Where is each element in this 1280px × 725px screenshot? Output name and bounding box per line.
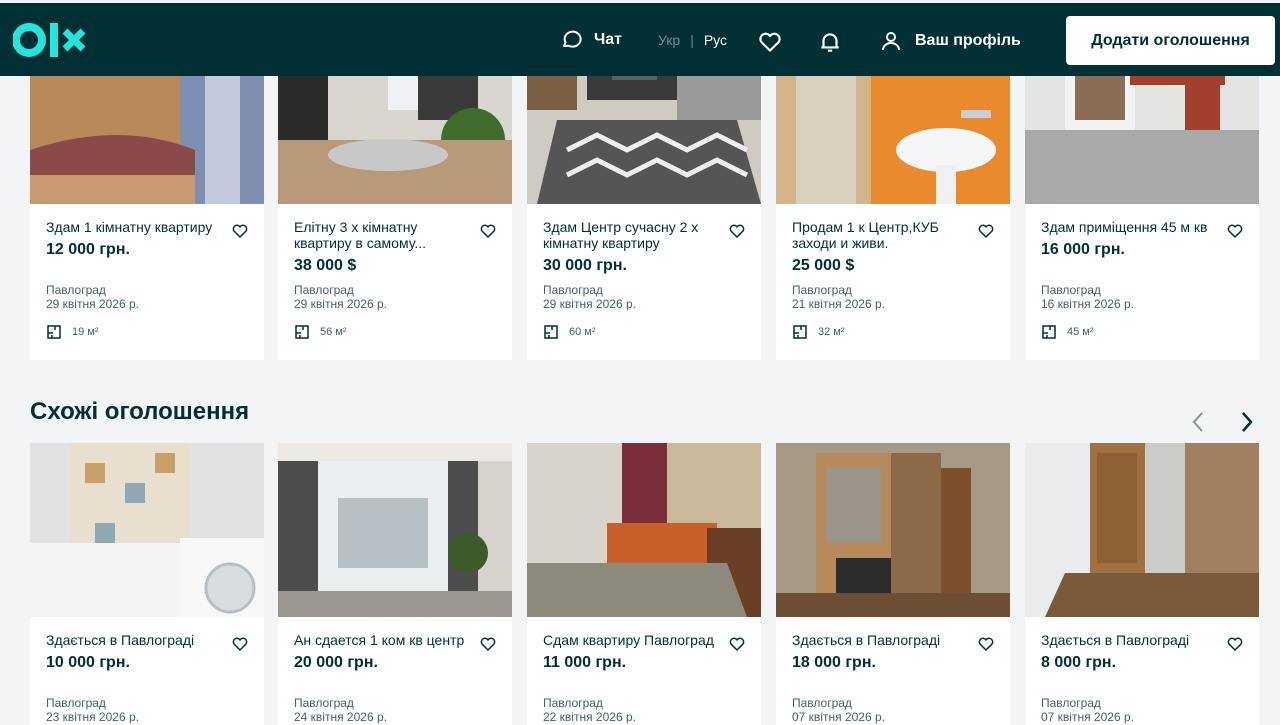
listing-city: Павлоград xyxy=(792,696,852,710)
listing-city: Павлоград xyxy=(46,696,106,710)
listing-card[interactable]: Здається в Павлограді 8 000 грн. Павлогр… xyxy=(1025,443,1259,725)
listing-photo[interactable] xyxy=(30,443,264,617)
favorite-heart-icon[interactable] xyxy=(977,635,995,653)
listing-price: 12 000 грн. xyxy=(46,241,130,258)
profile-link[interactable]: Ваш профіль xyxy=(879,29,1021,53)
floor-plan-icon xyxy=(47,325,61,339)
floor-plan-icon xyxy=(544,325,558,339)
listing-title[interactable]: Здам 1 кімнатну квартиру xyxy=(46,219,220,235)
favorite-heart-icon[interactable] xyxy=(728,635,746,653)
listing-date: 07 квітня 2026 р. xyxy=(1041,710,1134,724)
listing-date: 22 квітня 2026 р. xyxy=(543,710,636,724)
listing-card[interactable]: Сдам квартиру Павлоград 11 000 грн. Павл… xyxy=(527,443,761,725)
listing-area: 32 м² xyxy=(792,324,845,340)
listing-date: 21 квітня 2026 р. xyxy=(792,297,885,311)
listing-city: Павлоград xyxy=(543,696,603,710)
listing-price: 20 000 грн. xyxy=(294,654,378,671)
favorite-heart-icon[interactable] xyxy=(231,635,249,653)
area-value: 32 м² xyxy=(818,326,845,338)
listing-area: 19 м² xyxy=(46,324,99,340)
favorite-heart-icon[interactable] xyxy=(479,635,497,653)
listing-price: 25 000 $ xyxy=(792,257,855,274)
lang-separator: | xyxy=(690,32,694,48)
listing-date: 29 квітня 2026 р. xyxy=(294,297,387,311)
listing-title[interactable]: Здам приміщення 45 м кв xyxy=(1041,219,1215,235)
listing-price: 8 000 грн. xyxy=(1041,654,1117,671)
floor-plan-icon xyxy=(793,325,807,339)
language-switcher: Укр | Рус xyxy=(658,32,727,48)
listing-date: 29 квітня 2026 р. xyxy=(543,297,636,311)
lang-ukr[interactable]: Укр xyxy=(658,32,680,48)
similar-section-title: Схожі оголошення xyxy=(30,398,250,425)
listing-title[interactable]: Продам 1 к Центр,КУБ заходи и живи. xyxy=(792,219,966,251)
listing-card[interactable]: Здається в Павлограді 18 000 грн. Павлог… xyxy=(776,443,1010,725)
listing-card[interactable]: Ан сдается 1 ком кв центр 20 000 грн. Па… xyxy=(278,443,512,725)
listing-city: Павлоград xyxy=(1041,283,1101,297)
listing-title[interactable]: Здається в Павлограді xyxy=(792,632,966,648)
listing-price: 18 000 грн. xyxy=(792,654,876,671)
area-value: 60 м² xyxy=(569,326,596,338)
listing-city: Павлоград xyxy=(792,283,852,297)
chat-bubble-icon xyxy=(563,30,582,48)
listing-date: 29 квітня 2026 р. xyxy=(46,297,139,311)
listing-photo[interactable] xyxy=(527,443,761,617)
lang-rus[interactable]: Рус xyxy=(704,32,727,48)
listing-card[interactable]: Здається в Павлограді 10 000 грн. Павлог… xyxy=(30,443,264,725)
chat-link[interactable]: Чат xyxy=(560,28,622,52)
listing-date: 23 квітня 2026 р. xyxy=(46,710,139,724)
favorite-heart-icon[interactable] xyxy=(479,222,497,240)
area-value: 19 м² xyxy=(72,326,99,338)
listing-area: 45 м² xyxy=(1041,324,1094,340)
listing-photo[interactable] xyxy=(776,443,1010,617)
listing-price: 16 000 грн. xyxy=(1041,241,1125,258)
top-header: Чат Укр | Рус Ваш профіль Додати оголоше… xyxy=(0,0,1280,76)
area-value: 56 м² xyxy=(320,326,347,338)
favorites-heart-icon[interactable] xyxy=(757,29,783,55)
carousel-prev-arrow-icon[interactable] xyxy=(1187,410,1211,434)
carousel-next-arrow-icon[interactable] xyxy=(1234,410,1258,434)
listing-title[interactable]: Здам Центр сучасну 2 х кімнатну квартиру xyxy=(543,219,717,251)
olx-logo-icon[interactable] xyxy=(13,19,89,61)
favorite-heart-icon[interactable] xyxy=(728,222,746,240)
user-icon xyxy=(882,32,900,51)
listing-date: 07 квітня 2026 р. xyxy=(792,710,885,724)
listing-price: 10 000 грн. xyxy=(46,654,130,671)
listing-area: 56 м² xyxy=(294,324,347,340)
listing-photo[interactable] xyxy=(278,443,512,617)
listing-photo[interactable] xyxy=(1025,443,1259,617)
favorite-heart-icon[interactable] xyxy=(977,222,995,240)
listing-city: Павлоград xyxy=(1041,696,1101,710)
area-value: 45 м² xyxy=(1067,326,1094,338)
listing-date: 24 квітня 2026 р. xyxy=(294,710,387,724)
listing-date: 16 квітня 2026 р. xyxy=(1041,297,1134,311)
favorite-heart-icon[interactable] xyxy=(1226,222,1244,240)
listing-price: 30 000 грн. xyxy=(543,257,627,274)
listing-title[interactable]: Елітну 3 х кімнатну квартиру в самому... xyxy=(294,219,468,251)
listing-price: 11 000 грн. xyxy=(543,654,627,671)
listing-title[interactable]: Сдам квартиру Павлоград xyxy=(543,632,717,648)
floor-plan-icon xyxy=(295,325,309,339)
listing-title[interactable]: Здається в Павлограді xyxy=(46,632,220,648)
listing-city: Павлоград xyxy=(46,283,106,297)
listing-city: Павлоград xyxy=(294,283,354,297)
notifications-bell-icon[interactable] xyxy=(817,29,843,55)
favorite-heart-icon[interactable] xyxy=(231,222,249,240)
add-listing-button[interactable]: Додати оголошення xyxy=(1066,16,1275,65)
chat-label: Чат xyxy=(594,31,622,48)
favorite-heart-icon[interactable] xyxy=(1226,635,1244,653)
profile-label: Ваш профіль xyxy=(915,32,1021,49)
listing-price: 38 000 $ xyxy=(294,257,357,274)
listing-city: Павлоград xyxy=(294,696,354,710)
listing-title[interactable]: Ан сдается 1 ком кв центр xyxy=(294,632,468,648)
listing-area: 60 м² xyxy=(543,324,596,340)
listing-city: Павлоград xyxy=(543,283,603,297)
listing-title[interactable]: Здається в Павлограді xyxy=(1041,632,1215,648)
floor-plan-icon xyxy=(1042,325,1056,339)
